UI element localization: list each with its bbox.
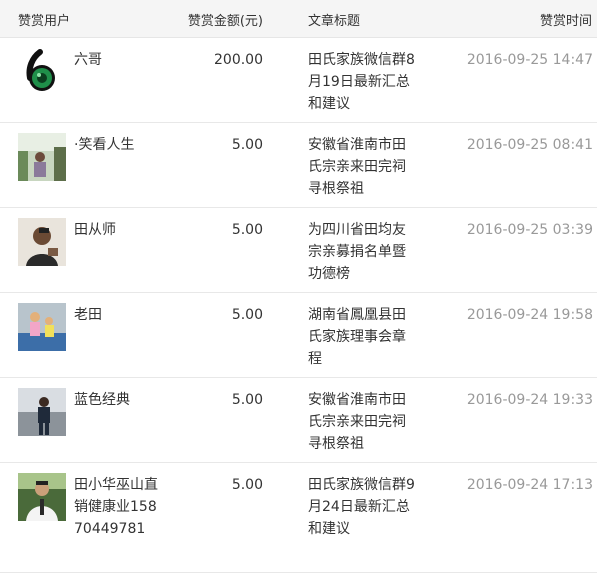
amount: 5.00 (231, 222, 263, 238)
timestamp: 2016-09-24 19:58 (466, 307, 593, 323)
table-row: 田从师 5.00 为四川省田均友宗亲募捐名单暨功德榜 2016-09-25 03… (0, 208, 597, 293)
amount: 5.00 (231, 392, 263, 408)
user-name: 六哥 (74, 52, 102, 68)
avatar (18, 48, 66, 96)
article-title-link[interactable]: 湖南省鳳凰县田氏家族理事会章程 (308, 304, 416, 370)
timestamp: 2016-09-24 17:13 (466, 477, 593, 493)
table-row: 田小华巫山直销健康业15870449781 5.00 田氏家族微信群9月24日最… (0, 463, 597, 573)
amount: 5.00 (231, 477, 263, 493)
table-row: 蓝色经典 5.00 安徽省淮南市田氏宗亲来田完祠寻根祭祖 2016-09-24 … (0, 378, 597, 463)
header-time: 赞赏时间 (539, 14, 592, 29)
amount: 200.00 (214, 52, 263, 68)
user-name: 老田 (74, 307, 102, 323)
timestamp: 2016-09-25 03:39 (466, 222, 593, 238)
timestamp: 2016-09-25 08:41 (466, 137, 593, 153)
table-row: ·笑看人生 5.00 安徽省淮南市田氏宗亲来田完祠寻根祭祖 2016-09-25… (0, 123, 597, 208)
table-header: 赞赏用户 赞赏金额(元) 文章标题 赞赏时间 (0, 0, 597, 38)
article-title-link[interactable]: 安徽省淮南市田氏宗亲来田完祠寻根祭祖 (308, 134, 416, 200)
timestamp: 2016-09-25 14:47 (466, 52, 593, 68)
article-title-link[interactable]: 田氏家族微信群9月24日最新汇总和建议 (308, 474, 416, 540)
table-row: 六哥 200.00 田氏家族微信群8月19日最新汇总和建议 2016-09-25… (0, 38, 597, 123)
article-title-link[interactable]: 为四川省田均友宗亲募捐名单暨功德榜 (308, 219, 416, 285)
article-title-link[interactable]: 田氏家族微信群8月19日最新汇总和建议 (308, 49, 416, 115)
user-name: 蓝色经典 (74, 392, 130, 408)
user-name: 田从师 (74, 222, 116, 238)
header-amount: 赞赏金额(元) (187, 14, 263, 29)
amount: 5.00 (231, 137, 263, 153)
avatar (18, 303, 66, 351)
amount: 5.00 (231, 307, 263, 323)
user-name: ·笑看人生 (74, 137, 135, 153)
article-title-link[interactable]: 安徽省淮南市田氏宗亲来田完祠寻根祭祖 (308, 389, 416, 455)
avatar (18, 473, 66, 521)
avatar (18, 133, 66, 181)
avatar (18, 388, 66, 436)
header-user: 赞赏用户 (18, 14, 71, 29)
header-title: 文章标题 (308, 14, 361, 29)
user-name: 田小华巫山直销健康业15870449781 (74, 477, 158, 537)
table-row: 老田 5.00 湖南省鳳凰县田氏家族理事会章程 2016-09-24 19:58 (0, 293, 597, 378)
timestamp: 2016-09-24 19:33 (466, 392, 593, 408)
avatar (18, 218, 66, 266)
